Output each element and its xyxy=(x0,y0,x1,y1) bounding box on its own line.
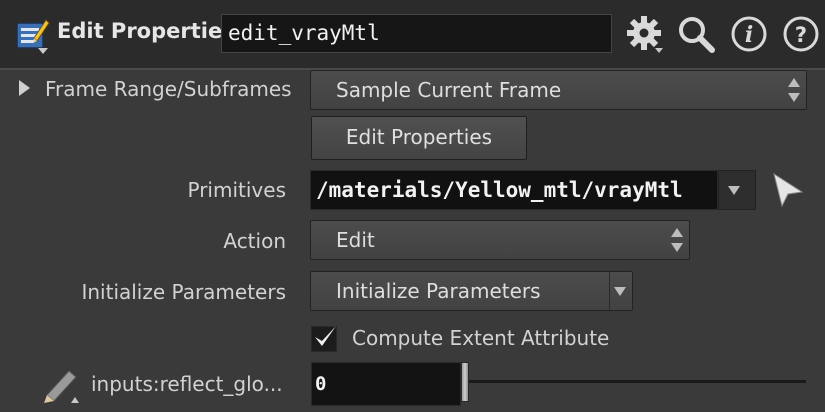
chevron-down-icon xyxy=(728,186,740,195)
action-menu[interactable]: Edit xyxy=(310,220,690,260)
primitives-label: Primitives xyxy=(187,178,287,202)
chevron-down-icon xyxy=(614,287,626,296)
primitives-dropdown-button[interactable] xyxy=(718,170,756,210)
svg-text:?: ? xyxy=(795,23,807,47)
expand-folder-arrow-icon[interactable] xyxy=(19,80,30,96)
svg-text:i: i xyxy=(745,22,753,48)
menu-spin-arrows-icon xyxy=(788,78,800,102)
info-icon[interactable]: i xyxy=(729,14,769,54)
node-type-label: Edit Properties xyxy=(57,19,235,43)
reflect-glossiness-label: inputs:reflect_glo... xyxy=(91,372,283,396)
initialize-parameters-label: Initialize Parameters xyxy=(81,280,286,304)
initialize-parameters-value: Initialize Parameters xyxy=(336,279,541,303)
compute-extent-checkbox[interactable] xyxy=(311,326,337,352)
primitives-path-field[interactable]: /materials/Yellow_mtl/vrayMtl xyxy=(310,170,718,210)
menu-spin-arrows-icon xyxy=(671,228,683,252)
reflect-glossiness-field[interactable]: 0 xyxy=(311,362,461,406)
pencil-icon[interactable] xyxy=(41,365,81,405)
help-icon[interactable]: ? xyxy=(781,14,821,54)
search-icon[interactable] xyxy=(676,14,716,54)
compute-extent-label: Compute Extent Attribute xyxy=(352,326,610,350)
edit-properties-node-icon[interactable] xyxy=(14,16,50,52)
gear-icon[interactable] xyxy=(624,14,664,54)
select-primitives-arrow-icon[interactable] xyxy=(771,172,805,208)
frame-range-menu[interactable]: Sample Current Frame xyxy=(310,70,807,110)
node-menu-arrow-icon[interactable] xyxy=(38,48,48,54)
menu-dropdown-split xyxy=(609,272,632,310)
reflect-glossiness-slider-track[interactable] xyxy=(466,380,806,383)
action-value: Edit xyxy=(336,228,375,252)
frame-range-label: Frame Range/Subframes xyxy=(45,77,292,101)
reflect-glossiness-slider-handle[interactable] xyxy=(461,362,469,402)
node-name-field[interactable]: edit_vrayMtl xyxy=(221,14,612,53)
action-label: Action xyxy=(223,229,286,253)
frame-range-value: Sample Current Frame xyxy=(336,78,562,102)
edit-properties-button[interactable]: Edit Properties xyxy=(311,116,527,160)
initialize-parameters-menu[interactable]: Initialize Parameters xyxy=(310,271,633,311)
